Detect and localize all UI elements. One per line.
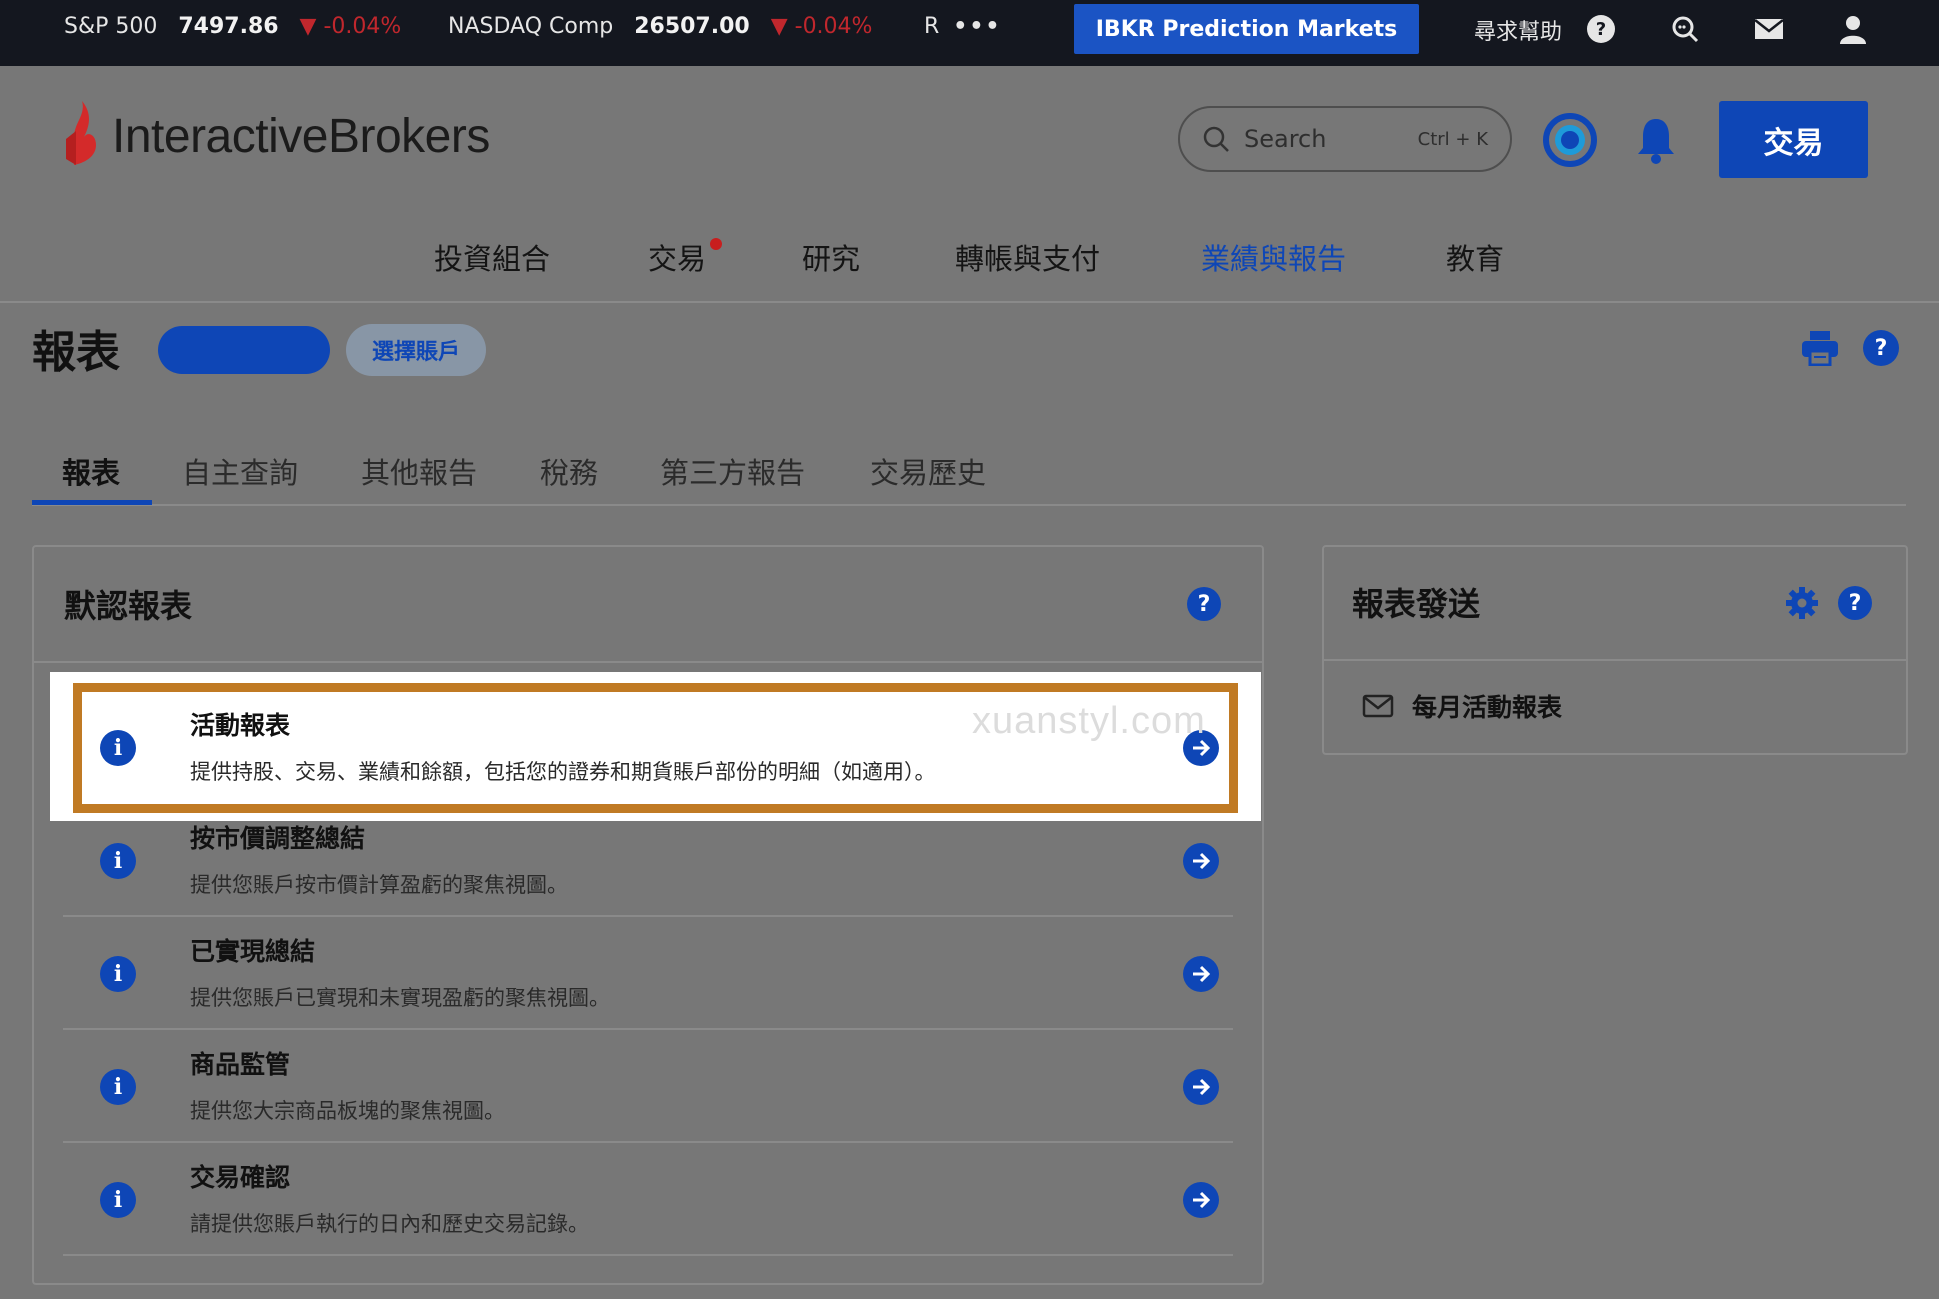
search-placeholder: Search <box>1244 125 1327 153</box>
card-header-divider <box>1324 659 1906 661</box>
arrow-right-icon[interactable] <box>1183 843 1219 879</box>
ib-logo[interactable]: InteractiveBrokers <box>62 96 490 176</box>
nav-education[interactable]: 教育 <box>1446 236 1504 278</box>
arrow-right-icon[interactable] <box>1183 1182 1219 1218</box>
search-icon <box>1203 126 1229 152</box>
default-reports-title: 默認報表 <box>64 587 193 625</box>
chat-search-icon[interactable] <box>1668 12 1702 46</box>
row-divider <box>63 1028 1233 1030</box>
assistant-icon[interactable] <box>1543 113 1597 167</box>
select-account-button[interactable]: 選擇賬戶 <box>346 324 486 376</box>
report-title: 商品監管 <box>190 1050 291 1079</box>
help-label: 尋求幫助 <box>1474 20 1563 45</box>
row-divider <box>63 915 1233 917</box>
report-row-realized-summary[interactable]: i 已實現總結 提供您賬戶已實現和未實現盈虧的聚焦視圖。 <box>63 918 1233 1030</box>
ticker-change: -0.04% <box>323 14 402 39</box>
report-delivery-title: 報表發送 <box>1352 585 1481 623</box>
report-description: 提供您大宗商品板塊的聚焦視圖。 <box>190 1099 505 1123</box>
help-icon[interactable]: ? <box>1584 12 1618 46</box>
help-link[interactable]: 尋求幫助 <box>1474 14 1562 46</box>
report-title: 按市價調整總結 <box>190 824 366 853</box>
card-header-divider <box>34 661 1262 663</box>
down-triangle-icon: ▼ <box>770 14 788 39</box>
ticker-change: -0.04% <box>794 14 873 39</box>
down-triangle-icon: ▼ <box>299 14 317 39</box>
info-icon[interactable]: i <box>100 1069 136 1105</box>
page-title: 報表 <box>32 327 120 378</box>
ticker-more[interactable]: R ••• <box>924 14 1001 39</box>
report-description: 提供您賬戶按市價計算盈虧的聚焦視圖。 <box>190 873 568 897</box>
mail-outline-icon <box>1362 694 1394 718</box>
report-row-commodities[interactable]: i 商品監管 提供您大宗商品板塊的聚焦視圖。 <box>63 1031 1233 1143</box>
report-description: 請提供您賬戶執行的日內和歷史交易記錄。 <box>190 1212 589 1236</box>
prediction-markets-button[interactable]: IBKR Prediction Markets <box>1074 4 1419 54</box>
info-icon[interactable]: i <box>100 956 136 992</box>
page-help-icon[interactable]: ? <box>1863 330 1899 366</box>
trade-button[interactable]: 交易 <box>1719 101 1868 178</box>
ticker-name: S&P 500 <box>64 14 158 39</box>
ticker-more-label: R <box>924 14 940 39</box>
logo-text: InteractiveBrokers <box>112 109 490 163</box>
ticker-value: 7497.86 <box>178 14 279 39</box>
market-ticker-bar: S&P 500 7497.86 ▼ -0.04% NASDAQ Comp 265… <box>0 0 1939 66</box>
report-description: 提供您賬戶已實現和未實現盈虧的聚焦視圖。 <box>190 986 610 1010</box>
svg-text:?: ? <box>1596 19 1606 40</box>
info-icon[interactable]: i <box>100 1182 136 1218</box>
ticker-nasdaq[interactable]: NASDAQ Comp 26507.00 ▼ -0.04% <box>448 14 872 39</box>
tab-third-party[interactable]: 第三方報告 <box>660 450 805 492</box>
main-nav: 投資組合 交易 研究 轉帳與支付 業績與報告 教育 <box>0 230 1939 282</box>
tab-tax[interactable]: 稅務 <box>540 450 598 492</box>
row-divider <box>63 1254 1233 1256</box>
nav-trade[interactable]: 交易 <box>648 236 706 278</box>
print-icon[interactable] <box>1800 328 1840 368</box>
report-tabs: 報表 自主查詢 其他報告 稅務 第三方報告 交易歷史 <box>32 450 1906 506</box>
report-title: 已實現總結 <box>190 937 316 966</box>
row-divider <box>63 1141 1233 1143</box>
arrow-right-icon[interactable] <box>1183 956 1219 992</box>
nav-portfolio[interactable]: 投資組合 <box>434 236 550 278</box>
search-box[interactable]: Search Ctrl + K <box>1178 106 1512 172</box>
highlight-frame <box>73 683 1238 813</box>
ticker-name: NASDAQ Comp <box>448 14 614 39</box>
ticker-value: 26507.00 <box>634 14 750 39</box>
nav-research[interactable]: 研究 <box>802 236 860 278</box>
nav-performance-reports[interactable]: 業績與報告 <box>1201 236 1346 278</box>
search-shortcut: Ctrl + K <box>1417 128 1488 150</box>
active-tab-underline <box>32 500 152 505</box>
report-row-mtm-summary[interactable]: i 按市價調整總結 提供您賬戶按市價計算盈虧的聚焦視圖。 <box>63 805 1233 917</box>
gear-icon[interactable] <box>1784 585 1820 621</box>
tab-other-reports[interactable]: 其他報告 <box>361 450 477 492</box>
default-reports-help-icon[interactable]: ? <box>1187 587 1221 621</box>
user-icon[interactable] <box>1836 12 1870 46</box>
report-row-trade-confirmation[interactable]: i 交易確認 請提供您賬戶執行的日內和歷史交易記錄。 <box>63 1144 1233 1256</box>
delivery-item-label: 每月活動報表 <box>1412 693 1563 722</box>
nav-divider <box>0 301 1939 303</box>
arrow-right-icon[interactable] <box>1183 1069 1219 1105</box>
nav-transfer-pay[interactable]: 轉帳與支付 <box>955 236 1100 278</box>
ticker-sp500[interactable]: S&P 500 7497.86 ▼ -0.04% <box>64 14 401 39</box>
more-dots-icon: ••• <box>953 14 1002 39</box>
tab-statements[interactable]: 報表 <box>62 450 120 492</box>
notification-dot <box>710 238 722 250</box>
account-selector-pill[interactable] <box>158 326 330 374</box>
bell-icon[interactable] <box>1634 115 1678 165</box>
report-title: 交易確認 <box>190 1163 291 1192</box>
mail-icon[interactable] <box>1752 12 1786 46</box>
info-icon[interactable]: i <box>100 843 136 879</box>
tab-trade-history[interactable]: 交易歷史 <box>870 450 986 492</box>
delivery-item-monthly-activity[interactable]: 每月活動報表 <box>1362 688 1562 724</box>
tab-flex-queries[interactable]: 自主查詢 <box>182 450 298 492</box>
ib-flame-icon <box>66 101 96 165</box>
report-delivery-help-icon[interactable]: ? <box>1838 586 1872 620</box>
